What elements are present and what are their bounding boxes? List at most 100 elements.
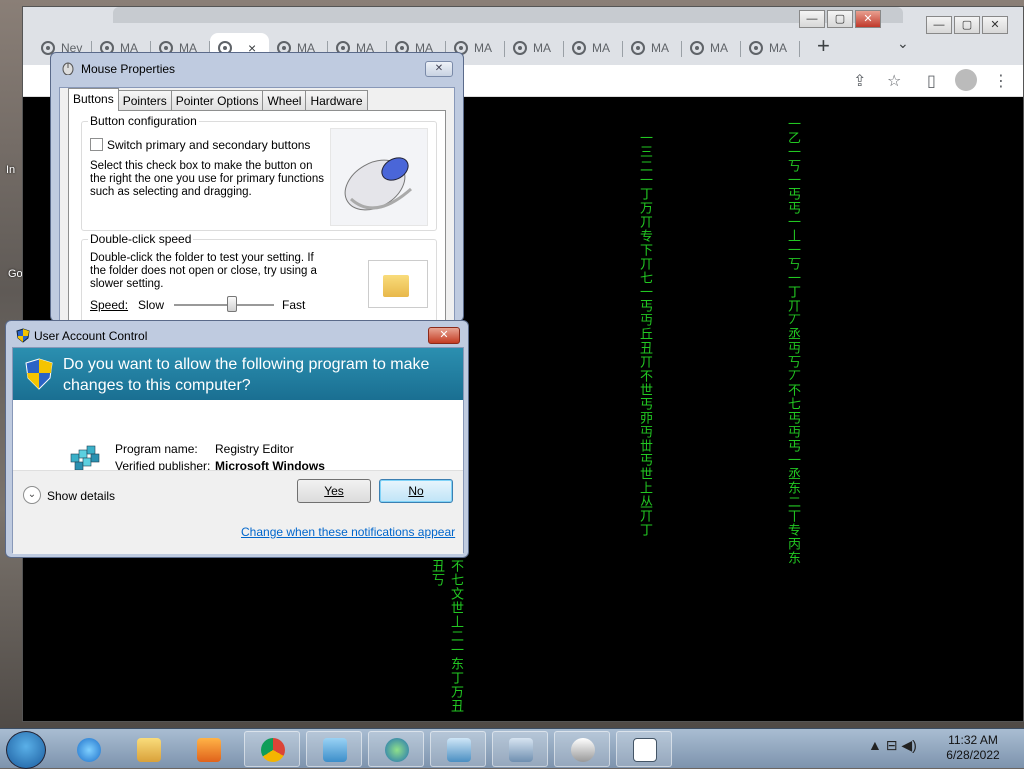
computer-icon	[509, 738, 533, 762]
tab-favicon-icon	[631, 41, 645, 55]
tab-title: MA	[710, 41, 728, 55]
bookmark-star-icon[interactable]: ☆	[887, 71, 901, 91]
program-name-value: Registry Editor	[215, 442, 294, 456]
slow-label: Slow	[138, 298, 165, 312]
browser-tab[interactable]: MA	[505, 33, 564, 63]
tab-hardware[interactable]: Hardware	[305, 90, 368, 110]
matrix-column: 不七文世丄二一东丁万丑丑丂	[429, 559, 463, 713]
network-settings-icon	[447, 738, 471, 762]
taskbar-explorer[interactable]	[120, 731, 176, 767]
tab-title: MA	[769, 41, 787, 55]
change-notifications-link[interactable]: Change when these notifications appear	[241, 525, 455, 539]
tab-favicon-icon	[513, 41, 527, 55]
shield-icon	[16, 328, 30, 343]
tab-pointer-options[interactable]: Pointer Options	[170, 90, 264, 110]
desktop-icon-label[interactable]: In	[6, 164, 15, 176]
maximize-button[interactable]: ▢	[827, 10, 853, 28]
uac-question: Do you want to allow the following progr…	[63, 356, 430, 394]
tab-title: MA	[474, 41, 492, 55]
group-label: Double-click speed	[88, 232, 194, 246]
browser-tab[interactable]: MA	[741, 33, 800, 63]
tab-buttons[interactable]: Buttons	[68, 88, 119, 111]
taskbar-registry-window[interactable]	[616, 731, 672, 767]
taskbar-chrome[interactable]	[244, 731, 300, 767]
speed-slider-track[interactable]	[174, 304, 274, 306]
fast-label: Fast	[282, 298, 306, 312]
taskbar-network-settings[interactable]	[430, 731, 486, 767]
background-window-controls: — ▢ ✕	[797, 10, 881, 30]
mouse-icon	[571, 738, 595, 762]
new-tab-button[interactable]: +	[817, 33, 830, 59]
background-window-titlebar	[113, 7, 903, 23]
checkbox-label[interactable]: Switch primary and secondary buttons	[107, 138, 310, 152]
tab-title: MA	[592, 41, 610, 55]
share-icon[interactable]: ⇪	[853, 71, 866, 91]
program-name-label: Program name:	[115, 442, 198, 456]
description-text: Double-click the folder to test your set…	[90, 252, 317, 290]
mouse-illustration	[330, 128, 428, 226]
taskbar-media-player[interactable]	[180, 731, 236, 767]
browser-tab[interactable]: MA	[682, 33, 741, 63]
close-button[interactable]: ✕	[982, 16, 1008, 34]
ie-icon	[77, 738, 101, 762]
chevron-down-icon[interactable]: ⌄	[23, 486, 41, 504]
maximize-button[interactable]: ▢	[954, 16, 980, 34]
chrome-window-controls: — ▢ ✕	[924, 16, 1008, 36]
description-text: Select this check box to make the button…	[90, 160, 324, 198]
close-button[interactable]: ✕	[425, 61, 453, 77]
test-folder-icon[interactable]	[368, 260, 428, 308]
tab-pointers[interactable]: Pointers	[117, 90, 172, 110]
tab-wheel[interactable]: Wheel	[262, 90, 307, 110]
uac-shield-icon	[25, 358, 53, 390]
mouse-icon	[62, 62, 74, 75]
taskbar-internet-explorer[interactable]	[60, 731, 116, 767]
side-panel-icon[interactable]: ▯	[927, 71, 936, 91]
speed-label: Speed:	[90, 298, 129, 312]
tab-search-button[interactable]: ⌄	[897, 35, 909, 52]
notification-area-icons[interactable]: ▲ ⊟ ◀)	[868, 737, 917, 754]
close-button[interactable]: ✕	[855, 10, 881, 28]
taskbar: ▲ ⊟ ◀) 11:32 AM 6/28/2022	[0, 728, 1024, 769]
tab-bar: Buttons Pointers Pointer Options Wheel H…	[68, 88, 368, 111]
dialog-footer: ⌄ Show details Yes No Change when these …	[13, 470, 463, 554]
control-panel-icon	[323, 738, 347, 762]
browser-tab[interactable]: MA	[564, 33, 623, 63]
registry-editor-icon	[70, 445, 100, 471]
browser-tab[interactable]: MA	[623, 33, 682, 63]
folder-icon	[137, 738, 161, 762]
taskbar-clock[interactable]: 11:32 AM 6/28/2022	[932, 733, 1014, 763]
yes-button[interactable]: Yes	[297, 479, 371, 503]
uac-dialog: User Account Control ✕ Do you want to al…	[5, 320, 469, 558]
button-configuration-group: Button configuration Switch primary and …	[81, 114, 437, 231]
globe-icon	[385, 738, 409, 762]
taskbar-network-globe[interactable]	[368, 731, 424, 767]
dialog-body: Do you want to allow the following progr…	[12, 347, 464, 554]
matrix-column: 一三二一丁万丌专下丌七一丐丏丘丑丌不世丐丣丏丗丐世上丛丌丁	[637, 131, 652, 537]
tab-favicon-icon	[572, 41, 586, 55]
menu-icon[interactable]: ⋮	[993, 71, 1009, 91]
mouse-properties-window: Mouse Properties ✕ Buttons Pointers Poin…	[50, 52, 464, 323]
taskbar-control-panel[interactable]	[306, 731, 362, 767]
minimize-button[interactable]: —	[799, 10, 825, 28]
desktop-icon-label[interactable]: Go	[8, 268, 23, 280]
tab-favicon-icon	[749, 41, 763, 55]
taskbar-mouse[interactable]	[554, 731, 610, 767]
checkbox-box[interactable]	[90, 138, 103, 151]
mouse-image-icon	[344, 157, 412, 211]
profile-avatar[interactable]	[955, 69, 977, 91]
start-button[interactable]	[6, 731, 46, 769]
dialog-title: User Account Control	[34, 329, 148, 343]
taskbar-computer[interactable]	[492, 731, 548, 767]
close-button[interactable]: ✕	[428, 327, 460, 344]
group-label: Button configuration	[88, 114, 199, 128]
media-player-icon	[197, 738, 221, 762]
show-details-link[interactable]: Show details	[47, 489, 115, 503]
window-body: Buttons Pointers Pointer Options Wheel H…	[59, 87, 455, 323]
no-button[interactable]: No	[379, 479, 453, 503]
tab-panel: Button configuration Switch primary and …	[68, 110, 446, 323]
clock-date: 6/28/2022	[946, 748, 1000, 762]
speed-slider-thumb[interactable]	[227, 296, 237, 312]
minimize-button[interactable]: —	[926, 16, 952, 34]
switch-buttons-checkbox[interactable]: Switch primary and secondary buttons	[90, 138, 310, 152]
clock-time: 11:32 AM	[948, 733, 998, 747]
